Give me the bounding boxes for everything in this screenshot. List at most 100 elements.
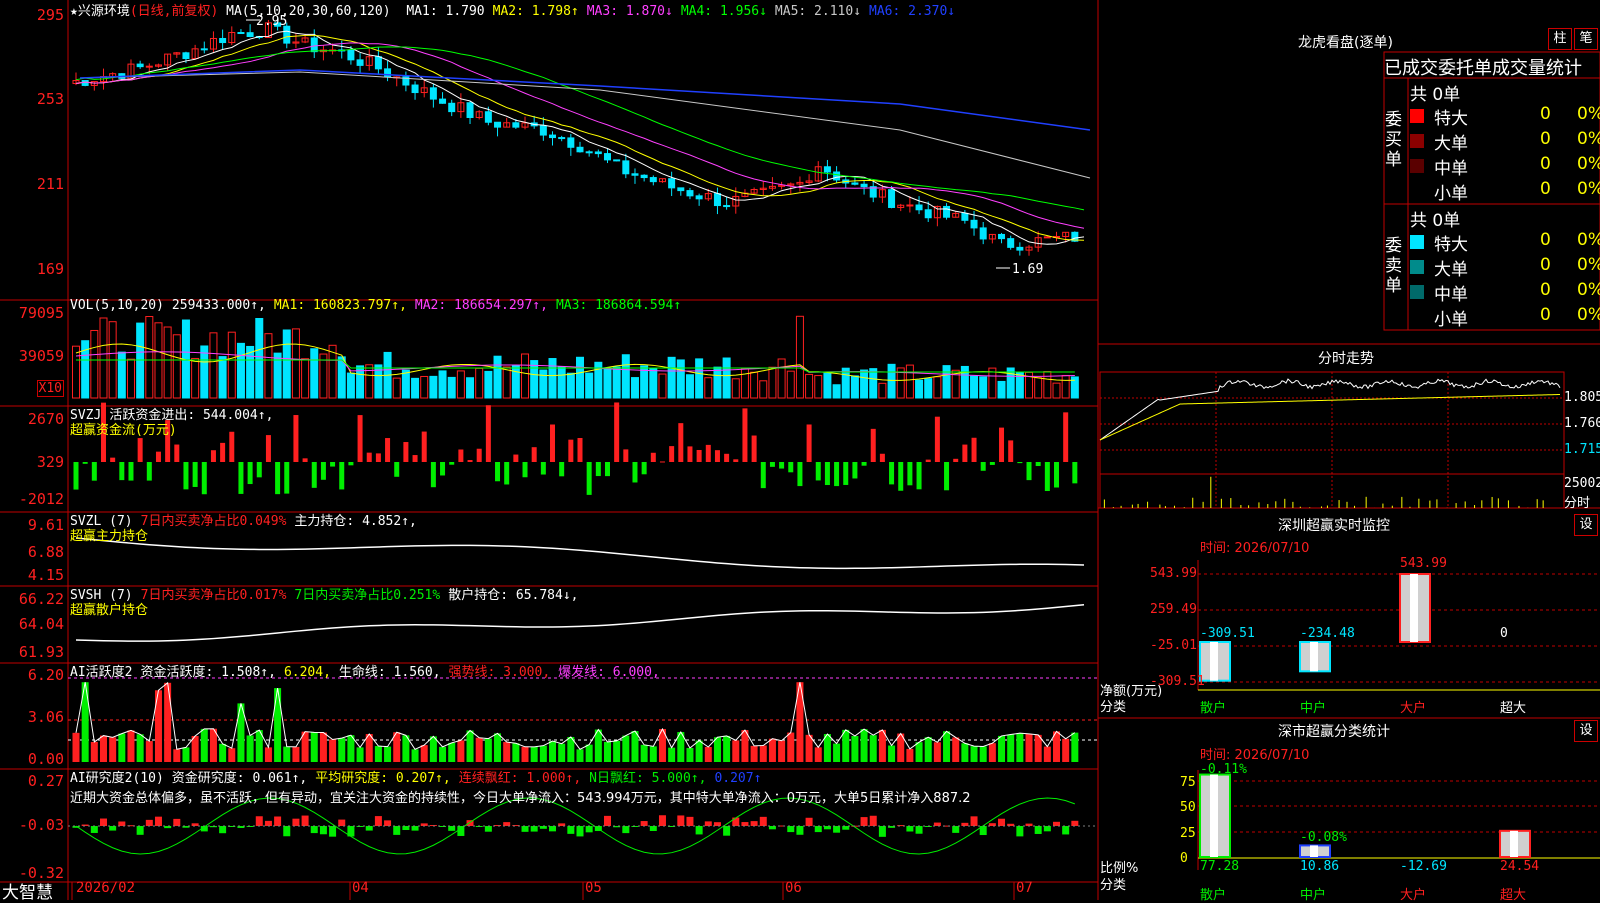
buy-row-2-pct: 0% <box>1577 154 1600 174</box>
buy-row-0-val: 0 <box>1540 104 1551 124</box>
activity-bar <box>778 740 786 762</box>
activity-bar <box>521 746 529 762</box>
sz-monitor-settings-button[interactable]: 设 <box>1574 514 1598 536</box>
fund-flow-bar <box>678 423 684 462</box>
volume-bar <box>191 357 200 399</box>
candle-body <box>429 87 437 100</box>
research-bar <box>310 826 318 834</box>
sz-class-title: 深市超赢分类统计 <box>1278 724 1390 740</box>
tick-mode-button[interactable]: 笔 <box>1574 28 1598 50</box>
sz-monitor-cat-1: 中户 <box>1300 701 1327 716</box>
vol-axis-tick-0: 79095 <box>18 304 64 322</box>
volume-bar <box>163 326 172 399</box>
activity-bar <box>649 746 657 762</box>
sell-row-3-pct: 0% <box>1577 305 1600 325</box>
research-bar <box>796 826 804 835</box>
candle-body <box>558 137 566 140</box>
fund-flow-bar <box>467 460 473 462</box>
candle-body <box>970 219 978 229</box>
svsh-axis-tick-2: 61.93 <box>18 643 64 661</box>
activity-bar <box>420 745 428 762</box>
volume-bar <box>988 367 997 399</box>
candle-body <box>576 146 584 153</box>
fund-flow-bar <box>962 444 968 462</box>
fund-flow-bar <box>568 439 574 462</box>
volume-bar <box>429 375 438 399</box>
aiyj-label[interactable]: AI研究度2(10) <box>70 771 164 786</box>
buy-swatch-2 <box>1410 159 1424 173</box>
volume-bar <box>420 375 429 399</box>
fund-flow-bar <box>1035 462 1041 467</box>
activity-bar <box>164 682 172 762</box>
activity-bar <box>356 747 364 762</box>
candle-body <box>136 63 144 68</box>
candle-body <box>888 189 896 208</box>
star-icon: ★ <box>70 4 78 19</box>
research-bar <box>484 826 492 832</box>
research-bar <box>503 822 511 826</box>
buy-row-3-name: 小单 <box>1434 184 1468 204</box>
fund-flow-bar <box>659 461 665 463</box>
fund-flow-bar <box>641 462 647 475</box>
activity-bar <box>732 740 740 762</box>
bar-mode-button[interactable]: 柱 <box>1548 28 1572 50</box>
volume-bar <box>786 370 795 399</box>
fund-flow-bar <box>449 462 455 465</box>
svsh-value-0: 7日内买卖净占比0.017% <box>140 588 287 603</box>
sz-class-bar-shine-1 <box>1310 845 1318 857</box>
fund-flow-bar <box>999 427 1005 462</box>
fund-flow-bar <box>1008 440 1014 462</box>
activity-bar <box>374 746 382 762</box>
fund-flow-bar <box>669 446 675 462</box>
activity-bar <box>319 732 327 762</box>
volume-bar <box>319 353 328 399</box>
fund-flow-bar <box>1063 412 1069 462</box>
volume-bar <box>145 316 154 399</box>
candle-body <box>677 187 685 192</box>
volume-bar <box>942 365 951 399</box>
research-bar <box>695 826 703 835</box>
stock-title[interactable]: 兴源环境 <box>78 4 130 19</box>
fund-flow-bar <box>806 424 812 462</box>
research-bar <box>933 822 941 826</box>
activity-bar <box>228 748 236 762</box>
fund-flow-bar <box>971 437 977 462</box>
period-label[interactable]: (日线,前复权) <box>130 4 218 19</box>
sz-class-settings-button[interactable]: 设 <box>1574 720 1598 742</box>
ai-label[interactable]: AI活跃度2 <box>70 665 132 680</box>
price-high-label: 2.95 <box>256 14 288 29</box>
candle-body <box>539 125 547 136</box>
sz-monitor-cat-2: 大户 <box>1400 701 1427 716</box>
volume-bar <box>136 322 145 399</box>
vol-label[interactable]: VOL(5,10,20) <box>70 298 164 313</box>
aiyj-value-3: N日飘红: 5.000↑, <box>589 771 707 786</box>
fund-flow-bar <box>889 462 895 485</box>
volume-bar <box>172 334 181 399</box>
sz-monitor-ytick-2: -25.01 <box>1150 638 1197 653</box>
activity-bar <box>200 728 208 762</box>
volume-bar <box>539 369 548 399</box>
sell-total: 共 0单 <box>1410 211 1461 231</box>
fund-flow-bar <box>284 462 290 494</box>
buy-row-0-name: 特大 <box>1434 109 1468 129</box>
aiyj-value-2: 连续飘红: 1.000↑, <box>458 771 582 786</box>
fund-flow-bar <box>201 462 207 495</box>
research-bar <box>109 826 117 831</box>
fund-flow-bar <box>91 462 97 481</box>
fund-flow-bar <box>980 462 986 471</box>
volume-bar <box>658 373 667 399</box>
volume-bar <box>365 364 374 399</box>
activity-bar <box>191 736 199 762</box>
activity-bar <box>686 747 694 762</box>
volume-bar <box>72 345 80 399</box>
activity-bar <box>851 736 859 762</box>
volume-bar <box>933 376 942 399</box>
ai-value-1: 6.204, <box>283 665 331 680</box>
ma5-line <box>79 71 1091 179</box>
candle-body <box>356 59 364 66</box>
sz-class-toplabel-0: -0.11% <box>1200 762 1247 777</box>
candle-body <box>668 178 676 189</box>
research-bar <box>274 816 282 826</box>
fund-flow-bar <box>614 402 620 462</box>
fund-flow-bar <box>870 428 876 462</box>
